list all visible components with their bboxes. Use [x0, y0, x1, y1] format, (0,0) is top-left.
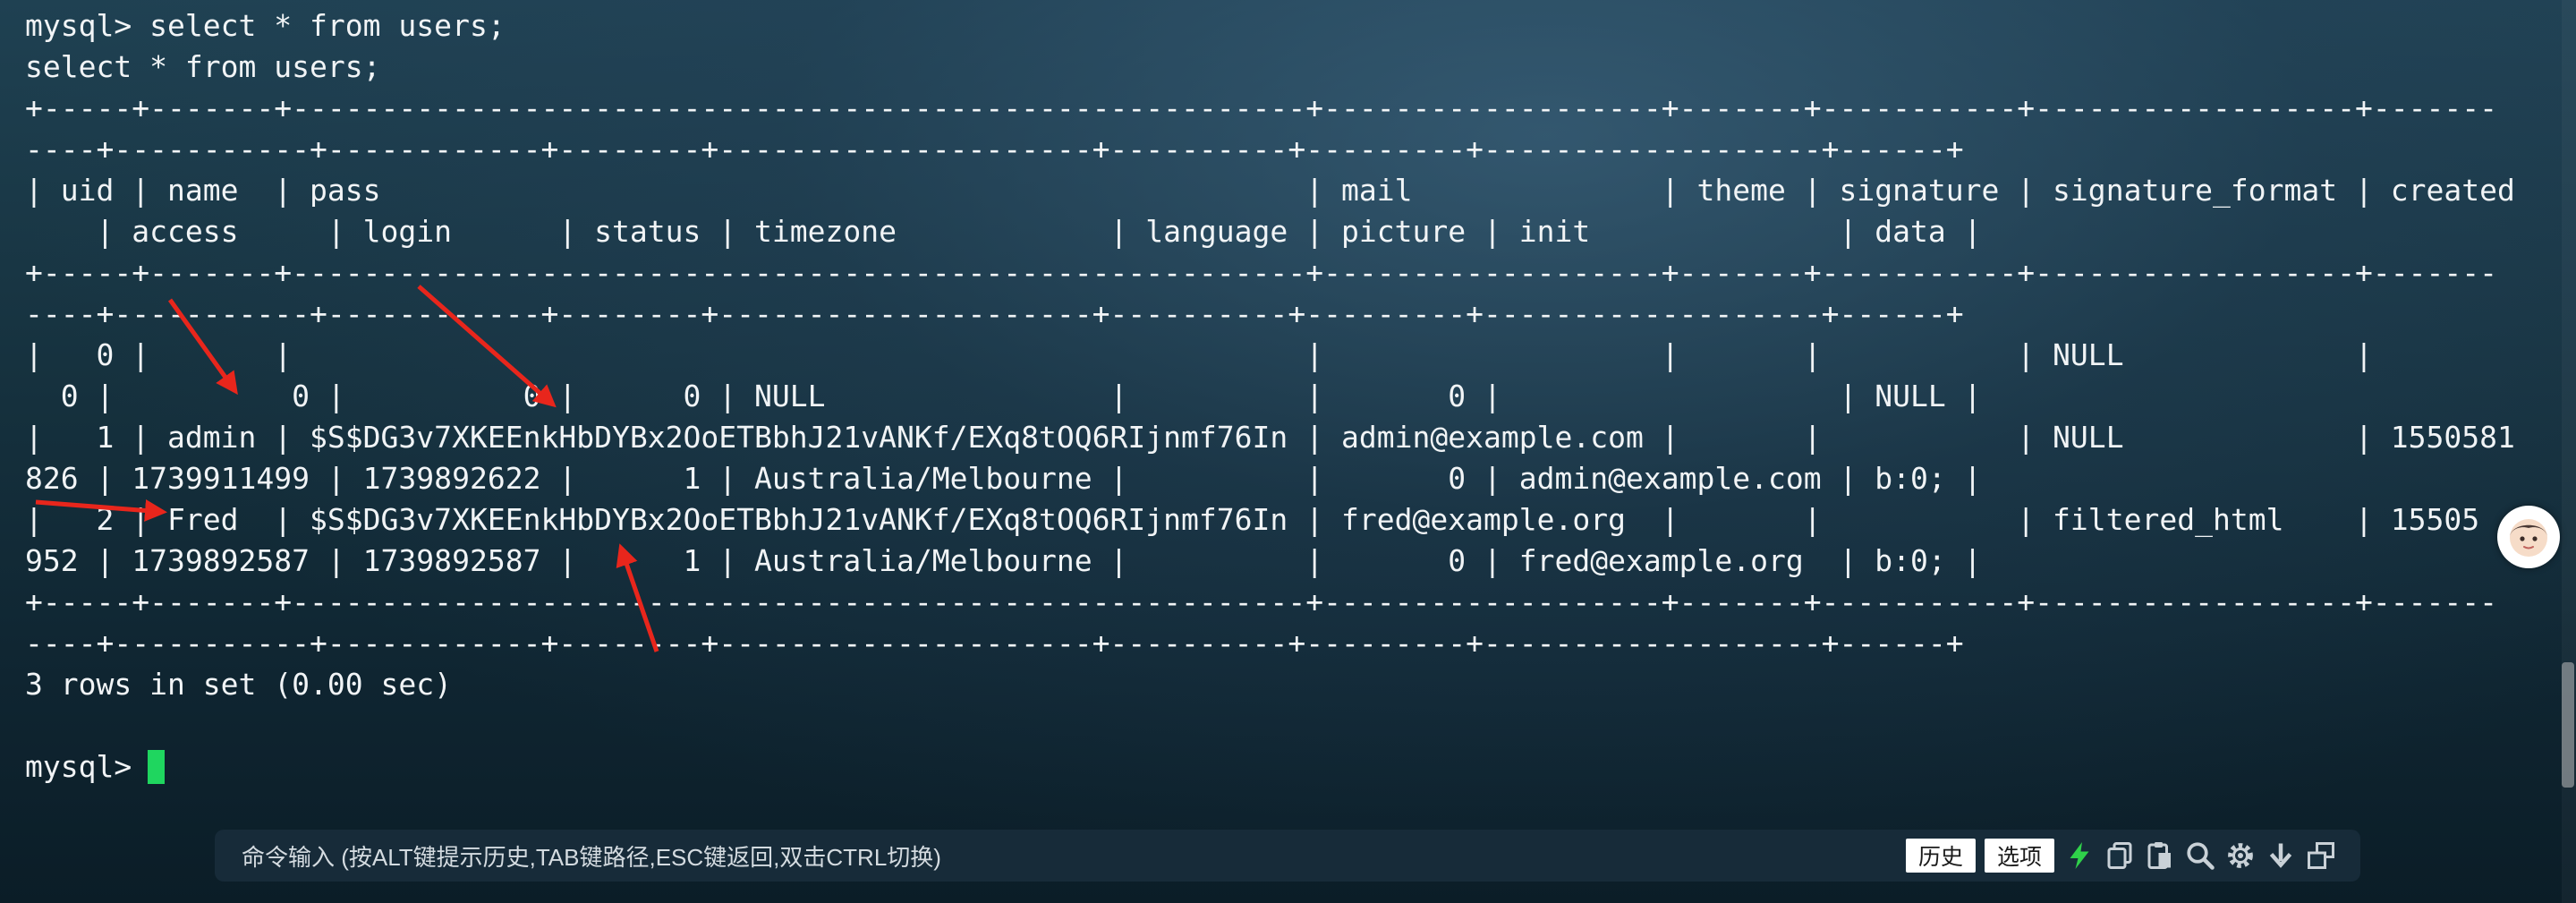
table-border: +-----+-------+-------------------------…: [25, 255, 2497, 290]
prompt-text: mysql>: [25, 749, 132, 784]
command-input-bar[interactable]: 命令输入 (按ALT键提示历史,TAB键路径,ESC键返回,双击CTRL切换) …: [215, 830, 2360, 882]
vertical-scrollbar[interactable]: [2562, 0, 2576, 903]
text-cursor: [148, 750, 166, 784]
table-header: | access | login | status | timezone | l…: [25, 214, 1982, 249]
table-border: ----+-----------+------------+--------+-…: [25, 626, 1964, 660]
table-header: | uid | name | pass | mail | theme | sig…: [25, 173, 2515, 208]
scrollbar-thumb[interactable]: [2562, 662, 2574, 788]
toolbar-icons: [2063, 839, 2337, 872]
avatar-face-icon: [2510, 519, 2547, 557]
history-button[interactable]: 历史: [1905, 839, 1976, 873]
table-row: 952 | 1739892587 | 1739892587 | 1 | Aust…: [25, 543, 1982, 578]
assistant-avatar[interactable]: [2497, 506, 2560, 568]
table-row: 0 | 0 | 0 | 0 | NULL | | 0 | | NULL |: [25, 379, 1982, 413]
table-row: | 2 | Fred | $S$DG3v7XKEEnkHbDYBx2OoETBb…: [25, 502, 2480, 537]
terminal-line: mysql> select * from users;: [25, 8, 506, 43]
table-row: | 1 | admin | $S$DG3v7XKEEnkHbDYBx2OoETB…: [25, 420, 2515, 455]
copy-icon[interactable]: [2104, 839, 2136, 872]
paste-icon[interactable]: [2144, 839, 2176, 872]
options-button[interactable]: 选项: [1984, 839, 2054, 873]
table-border: ----+-----------+------------+--------+-…: [25, 132, 1964, 166]
result-summary: 3 rows in set (0.00 sec): [25, 667, 453, 702]
table-border: +-----+-------+-------------------------…: [25, 90, 2497, 125]
terminal-line: select * from users;: [25, 49, 381, 84]
gear-icon[interactable]: [2224, 839, 2257, 872]
terminal-output[interactable]: mysql> select * from users; select * fro…: [25, 5, 2557, 811]
prompt-line[interactable]: mysql>: [25, 746, 2557, 788]
table-border: +-----+-------+-------------------------…: [25, 584, 2497, 619]
table-row: | 0 | | | | | | NULL |: [25, 337, 2373, 372]
lightning-icon[interactable]: [2063, 839, 2096, 872]
table-border: ----+-----------+------------+--------+-…: [25, 296, 1964, 331]
window-icon[interactable]: [2305, 839, 2337, 872]
search-icon[interactable]: [2184, 839, 2216, 872]
download-icon[interactable]: [2265, 839, 2297, 872]
table-row: 826 | 1739911499 | 1739892622 | 1 | Aust…: [25, 461, 1982, 496]
command-input-hint[interactable]: 命令输入 (按ALT键提示历史,TAB键路径,ESC键返回,双击CTRL切换): [242, 839, 941, 873]
